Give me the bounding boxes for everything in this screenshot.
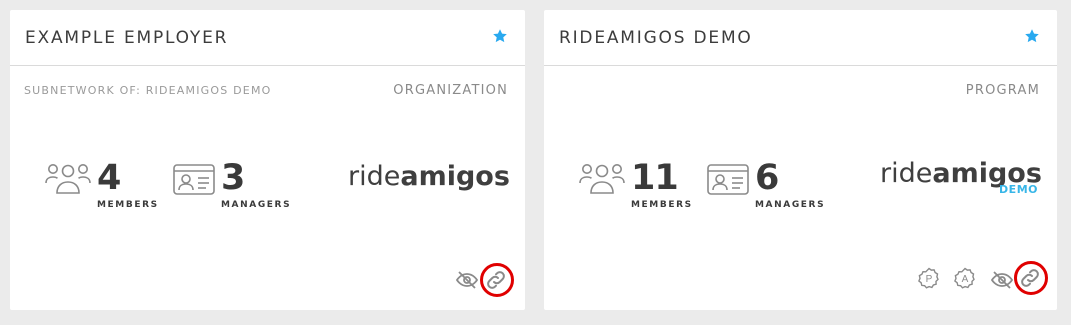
logo-text-light: ride xyxy=(880,158,933,189)
managers-stat: 6 MANAGERS xyxy=(707,158,837,220)
card-header: RIDEAMIGOS DEMO xyxy=(544,10,1057,66)
members-stat: 11 MEMBERS xyxy=(579,158,709,220)
program-logo: rideamigos DEMO xyxy=(880,158,1042,219)
members-icon xyxy=(579,164,625,194)
members-count: 4 xyxy=(97,158,121,198)
logo-text-bold: amigos xyxy=(400,161,510,192)
card-header: EXAMPLE EMPLOYER xyxy=(10,10,525,66)
subnetwork-label: SUBNETWORK OF: RIDEAMIGOS DEMO xyxy=(24,84,272,97)
star-icon[interactable] xyxy=(492,28,508,44)
card-title[interactable]: EXAMPLE EMPLOYER xyxy=(25,28,228,48)
managers-count: 3 xyxy=(221,158,245,198)
link-icon[interactable] xyxy=(484,268,508,292)
members-label: MEMBERS xyxy=(97,200,159,210)
card-type: ORGANIZATION xyxy=(393,83,508,98)
star-icon[interactable] xyxy=(1024,28,1040,44)
organization-logo: rideamigos xyxy=(348,161,510,222)
managers-label: MANAGERS xyxy=(221,200,292,210)
managers-label: MANAGERS xyxy=(755,200,826,210)
network-card[interactable]: EXAMPLE EMPLOYER SUBNETWORK OF: RIDEAMIG… xyxy=(10,10,525,310)
p-badge-icon[interactable]: P xyxy=(917,266,941,290)
logo-text-light: ride xyxy=(348,161,401,192)
members-count: 11 xyxy=(631,158,679,198)
members-stat: 4 MEMBERS xyxy=(45,158,165,220)
hidden-eye-icon[interactable] xyxy=(990,268,1014,292)
managers-icon xyxy=(707,164,749,195)
members-icon xyxy=(45,164,91,194)
p-badge-letter: P xyxy=(926,274,933,285)
card-type: PROGRAM xyxy=(965,83,1040,98)
network-card[interactable]: RIDEAMIGOS DEMO PROGRAM 11 MEMBERS 6 MAN… xyxy=(544,10,1057,310)
a-badge-icon[interactable]: A xyxy=(953,266,977,290)
managers-count: 6 xyxy=(755,158,779,198)
logo-demo-label: DEMO xyxy=(999,183,1038,196)
members-label: MEMBERS xyxy=(631,200,693,210)
a-badge-letter: A xyxy=(962,274,969,285)
managers-stat: 3 MANAGERS xyxy=(173,158,303,220)
managers-icon xyxy=(173,164,215,195)
card-title[interactable]: RIDEAMIGOS DEMO xyxy=(559,28,753,48)
link-icon[interactable] xyxy=(1018,266,1042,290)
hidden-eye-icon[interactable] xyxy=(455,268,479,292)
